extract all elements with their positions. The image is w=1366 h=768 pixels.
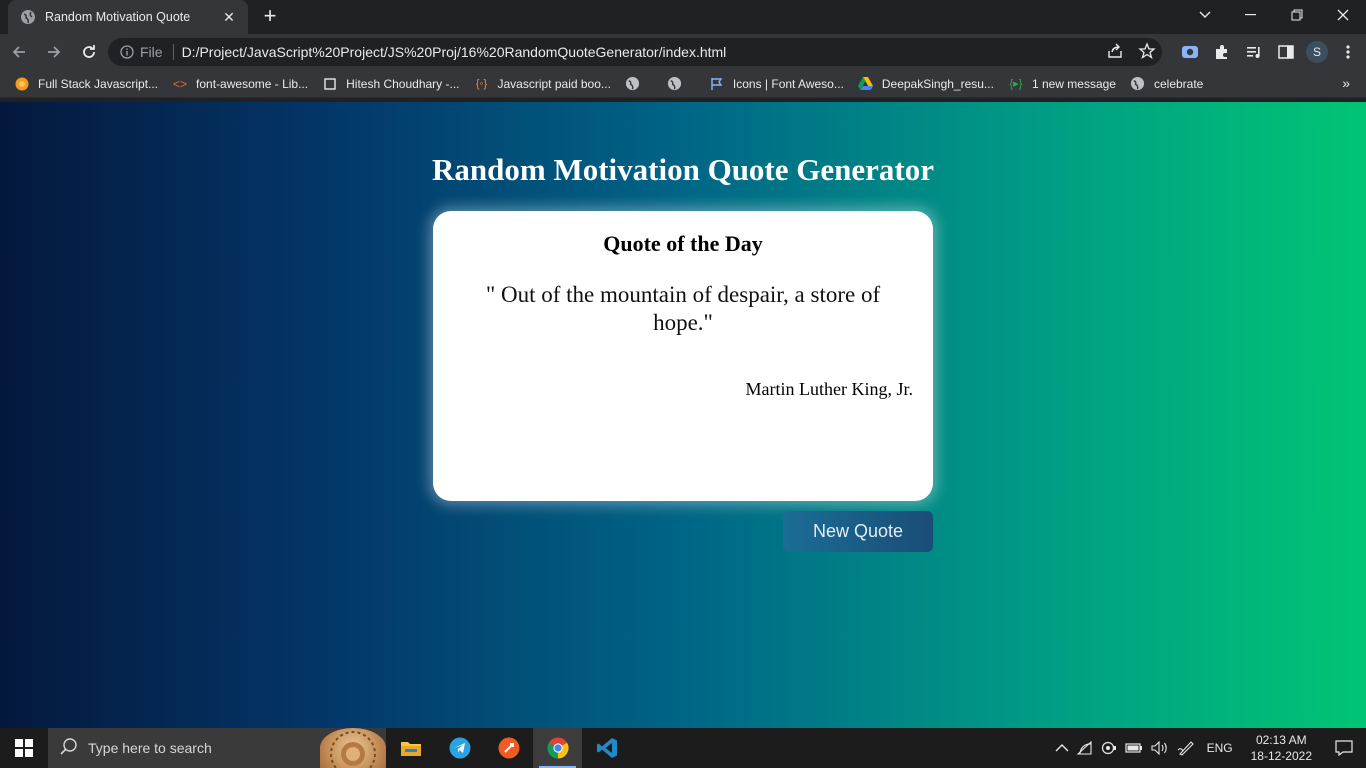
close-tab-icon[interactable]: ✕ [220,9,238,26]
quote-text: " Out of the mountain of despair, a stor… [485,282,881,335]
page-title: Random Motivation Quote Generator [432,152,934,187]
tab-title: Random Motivation Quote [45,10,191,24]
browser-tab[interactable]: Random Motivation Quote ✕ [8,0,248,34]
input-language[interactable]: ENG [1199,728,1241,768]
camera-icon[interactable] [1097,728,1121,768]
restore-button[interactable] [1274,0,1320,30]
media-playlist-icon[interactable] [1242,36,1266,68]
omnibox-divider [172,44,174,60]
clock-date: 18-12-2022 [1250,749,1312,763]
globe-icon [667,76,683,92]
tab-search-icon[interactable] [1182,0,1228,30]
bookmark-label: 1 new message [1031,76,1116,91]
telegram-icon[interactable] [435,728,484,768]
volume-icon[interactable] [1147,728,1173,768]
system-tray: ENG 02:13 AM 18-12-2022 [1051,728,1366,768]
side-panel-icon[interactable] [1274,36,1298,68]
braces-icon: {◦} [475,77,488,90]
battery-icon[interactable] [1121,728,1147,768]
new-tab-button[interactable]: + [258,5,282,29]
bookmark-item[interactable]: Icons | Font Aweso... [709,76,844,92]
flag-icon [709,76,725,92]
bookmark-item[interactable]: DeepakSingh_resu... [858,76,994,92]
bookmark-label: Javascript paid boo... [497,76,611,91]
code-brackets-icon: <> [173,76,188,91]
chrome-icon[interactable] [533,728,582,768]
tab-strip: Random Motivation Quote ✕ + [0,0,1366,34]
screen-capture-extension-icon[interactable] [1178,36,1202,68]
info-icon[interactable] [120,45,134,59]
show-hidden-icons-chevron-icon[interactable] [1051,728,1073,768]
kebab-menu-icon[interactable] [1336,36,1360,68]
file-explorer-icon[interactable] [386,728,435,768]
windows-start-icon[interactable] [0,728,48,768]
bookmarks-bar: Full Stack Javascript... <> font-awesome… [0,70,1366,98]
window-controls [1182,0,1366,34]
bookmark-label: DeepakSingh_resu... [881,76,994,91]
address-bar[interactable]: File D:/Project/JavaScript%20Project/JS%… [108,38,1162,66]
square-outline-icon [322,76,338,92]
postman-icon[interactable] [484,728,533,768]
bookmark-item[interactable]: {▸} 1 new message [1008,76,1116,92]
quote-author: Martin Luther King, Jr. [745,379,913,399]
url-text[interactable]: D:/Project/JavaScript%20Project/JS%20Pro… [182,44,727,60]
bookmark-label: Icons | Font Aweso... [732,76,844,91]
clock[interactable]: 02:13 AM 18-12-2022 [1241,732,1322,764]
scheme-label: File [140,44,163,60]
bookmark-item[interactable] [667,76,691,92]
bookmark-item[interactable]: <> font-awesome - Lib... [172,76,308,92]
browser-toolbar: File D:/Project/JavaScript%20Project/JS%… [0,34,1366,70]
bookmarks-overflow-icon[interactable]: » [1342,75,1350,91]
google-drive-icon [858,76,874,92]
windows-taskbar: Type here to search ENG 02:13 AM 18-12-2… [0,728,1366,768]
bookmark-item[interactable]: {◦} Javascript paid boo... [474,76,611,92]
profile-avatar[interactable]: S [1306,41,1328,63]
chat-icon: {▸} [1009,78,1023,90]
vscode-icon[interactable] [582,728,631,768]
bookmark-item[interactable] [625,76,649,92]
notification-icon[interactable] [1322,728,1366,768]
bookmark-item[interactable]: Hitesh Choudhary -... [322,76,460,92]
close-window-button[interactable] [1320,0,1366,30]
reload-button[interactable] [73,36,105,68]
taskbar-search[interactable]: Type here to search [48,728,386,768]
bookmark-label: Hitesh Choudhary -... [346,76,460,91]
bookmark-star-icon[interactable] [1138,42,1156,65]
globe-icon [20,9,36,25]
search-placeholder: Type here to search [88,740,212,756]
card-title: Quote of the Day [603,231,763,256]
orange-circle-icon [14,76,30,92]
quote-card: Quote of the Day " Out of the mountain o… [433,211,933,501]
page-content: Random Motivation Quote Generator Quote … [0,102,1366,728]
new-quote-button[interactable]: New Quote [783,511,933,552]
globe-icon [625,76,641,92]
globe-icon [1130,76,1146,92]
share-icon[interactable] [1106,42,1124,65]
network-wifi-icon[interactable] [1073,728,1097,768]
bookmark-label: Full Stack Javascript... [38,76,159,91]
bookmark-label: font-awesome - Lib... [196,76,309,91]
minimize-button[interactable] [1228,0,1274,30]
bookmark-item[interactable]: celebrate [1130,76,1203,92]
back-button[interactable] [3,36,35,68]
bookmark-label: celebrate [1153,76,1204,91]
forward-button[interactable] [38,36,70,68]
extensions-puzzle-icon[interactable] [1210,36,1234,68]
pen-workspace-icon[interactable] [1173,728,1199,768]
bookmark-item[interactable]: Full Stack Javascript... [14,76,158,92]
search-highlight-image[interactable] [320,728,386,768]
clock-time: 02:13 AM [1255,733,1307,747]
search-icon [60,737,78,760]
